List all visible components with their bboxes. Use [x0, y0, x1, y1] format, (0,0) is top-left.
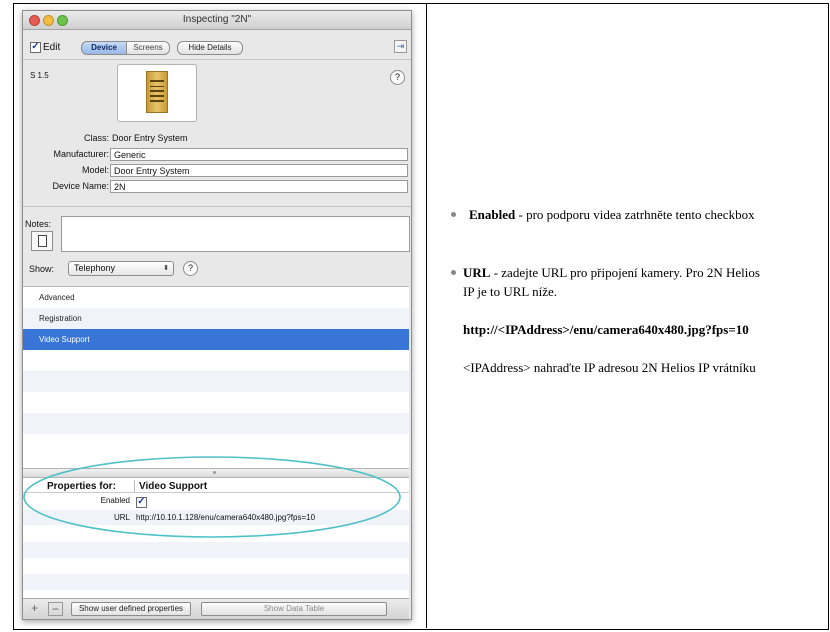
tab-device[interactable]: Device: [81, 41, 127, 55]
bullet-icon: [451, 212, 456, 217]
url-term: URL: [463, 265, 491, 280]
fields-separator: [23, 206, 411, 207]
show-help-button[interactable]: ?: [183, 261, 198, 276]
show-label: Show:: [29, 264, 55, 274]
list-item-advanced[interactable]: Advanced: [23, 287, 409, 308]
export-icon[interactable]: ⇥: [394, 40, 407, 53]
url-label: URL: [113, 513, 130, 522]
url-description-line2: IP je to URL níže.: [463, 284, 557, 299]
url-value[interactable]: http://10.10.1.128/enu/camera640x480.jpg…: [136, 513, 315, 522]
notes-label: Notes:: [25, 219, 52, 229]
properties-for-value: Video Support: [139, 481, 208, 492]
inspector-window: Inspecting "2N" ✓ Edit Device Screens Hi…: [22, 10, 412, 620]
remove-property-button[interactable]: −: [48, 602, 63, 616]
show-select[interactable]: Telephony ⬍: [68, 261, 174, 276]
class-value: Door Entry System: [112, 133, 188, 143]
url-description-line1: URL - zadejte URL pro připojení kamery. …: [463, 265, 760, 281]
enabled-term: Enabled: [469, 207, 516, 222]
table-divider: [426, 3, 427, 628]
empty-row: [23, 413, 409, 434]
device-name-field[interactable]: 2N: [110, 180, 408, 193]
edit-label: Edit: [43, 42, 61, 53]
properties-for-label: Properties for:: [47, 481, 116, 492]
settings-list: Advanced Registration Video Support: [23, 286, 409, 469]
enabled-checkbox[interactable]: ✓: [136, 497, 147, 508]
version-label: S 1.5: [30, 71, 49, 80]
url-text-1: - zadejte URL pro připojení kamery. Pro …: [490, 265, 760, 280]
properties-header-divider: [134, 480, 135, 492]
hide-details-button[interactable]: Hide Details: [177, 41, 243, 55]
properties-panel: Properties for: Video Support Enabled ✓ …: [23, 478, 409, 598]
empty-row: [23, 392, 409, 413]
manufacturer-field[interactable]: Generic: [110, 148, 408, 161]
empty-row: [23, 542, 409, 558]
window-title: Inspecting "2N": [182, 14, 252, 25]
show-select-value: Telephony: [74, 263, 116, 273]
toolbar-separator: [23, 59, 411, 60]
tab-screens[interactable]: Screens: [126, 41, 170, 55]
model-label: Model:: [81, 165, 109, 175]
enabled-text: - pro podporu videa zatrhněte tento chec…: [515, 207, 755, 222]
property-row-url: URL http://10.10.1.128/enu/camera640x480…: [23, 510, 409, 525]
note-document-icon[interactable]: [31, 231, 53, 251]
class-label: Class:: [83, 133, 109, 143]
properties-header: Properties for: Video Support: [23, 478, 409, 493]
enabled-label: Enabled: [100, 496, 130, 505]
door-panel-icon: [146, 71, 168, 113]
device-name-label: Device Name:: [52, 181, 109, 191]
model-field[interactable]: Door Entry System: [110, 164, 408, 177]
url-example: http://<IPAddress>/enu/camera640x480.jpg…: [463, 322, 749, 337]
help-button[interactable]: ?: [390, 70, 405, 85]
notes-textarea[interactable]: [61, 216, 410, 252]
split-handle[interactable]: [23, 468, 409, 478]
empty-row: [23, 371, 409, 392]
title-bar[interactable]: Inspecting "2N": [23, 11, 411, 30]
property-row-enabled: Enabled ✓: [23, 494, 409, 509]
bullet-icon: [451, 270, 456, 275]
empty-row: [23, 350, 409, 371]
replace-note: <IPAddress> nahraďte IP adresou 2N Helio…: [463, 360, 756, 375]
list-item-registration[interactable]: Registration: [23, 308, 409, 329]
show-data-table-button[interactable]: Show Data Table: [201, 602, 387, 616]
empty-row: [23, 434, 409, 455]
empty-row: [23, 574, 409, 590]
edit-checkbox[interactable]: ✓: [30, 42, 41, 53]
enabled-description: Enabled - pro podporu videa zatrhněte te…: [469, 207, 755, 223]
manufacturer-label: Manufacturer:: [53, 149, 109, 159]
select-arrows-icon: ⬍: [163, 265, 169, 272]
bottom-bar: + − Show user defined properties Show Da…: [23, 598, 409, 619]
show-user-defined-button[interactable]: Show user defined properties: [71, 602, 191, 616]
device-image[interactable]: [117, 64, 197, 122]
add-property-button[interactable]: +: [28, 602, 41, 614]
list-item-video-support[interactable]: Video Support: [23, 329, 409, 350]
